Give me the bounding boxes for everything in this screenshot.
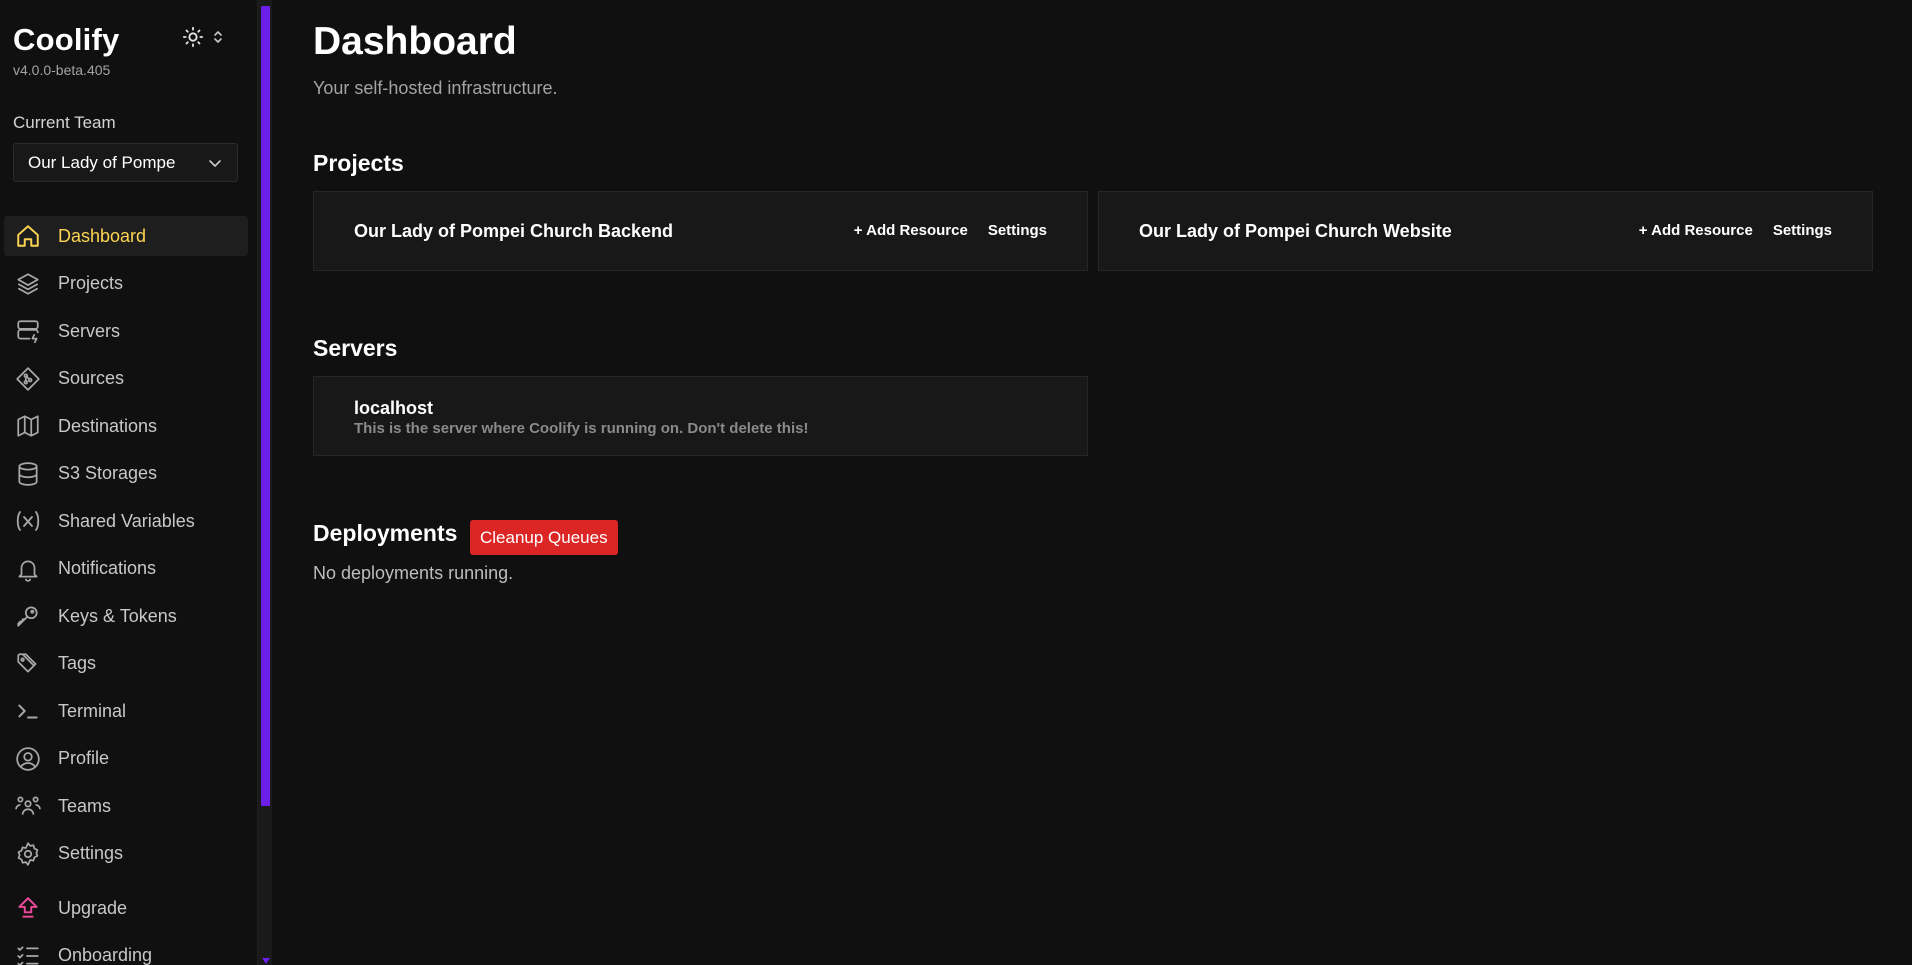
- sidebar-item-label: Destinations: [58, 415, 158, 436]
- project-settings-link[interactable]: Settings: [988, 222, 1047, 239]
- scroll-down-arrow-icon[interactable]: [262, 951, 270, 965]
- sidebar-item-label: Servers: [58, 320, 121, 341]
- add-resource-link[interactable]: + Add Resource: [1639, 222, 1753, 239]
- sidebar-item-s3-storages[interactable]: S3 Storages: [4, 454, 248, 494]
- project-actions: + Add Resource Settings: [854, 222, 1047, 239]
- app-name[interactable]: Coolify: [13, 22, 119, 58]
- sidebar-item-label: Shared Variables: [58, 510, 195, 531]
- server-card[interactable]: localhost This is the server where Cooli…: [313, 376, 1088, 456]
- sidebar-item-label: Keys & Tokens: [58, 605, 177, 626]
- projects-heading: Projects: [313, 150, 404, 176]
- sidebar-item-label: Tags: [58, 653, 97, 673]
- server-name: localhost: [354, 398, 434, 418]
- sidebar-item-notifications[interactable]: Notifications: [4, 549, 248, 589]
- map-icon: [14, 412, 42, 440]
- sidebar-item-onboarding[interactable]: Onboarding: [4, 936, 248, 965]
- theme-toggle[interactable]: [182, 26, 232, 53]
- sidebar-item-label: Sources: [58, 368, 125, 388]
- sidebar-item-projects[interactable]: Projects: [4, 264, 248, 304]
- chevron-down-icon: [207, 155, 223, 176]
- variable-icon: [14, 507, 42, 535]
- sidebar-item-settings[interactable]: Settings: [4, 834, 248, 874]
- sidebar-item-label: Settings: [58, 843, 124, 863]
- sidebar-item-keys-tokens[interactable]: Keys & Tokens: [4, 596, 248, 636]
- chevron-up-down-icon: [212, 29, 224, 50]
- sidebar-item-label: Teams: [58, 795, 112, 816]
- git-icon: [14, 365, 42, 393]
- sidebar-item-servers[interactable]: Servers: [4, 311, 248, 351]
- project-card[interactable]: Our Lady of Pompei Church Backend + Add …: [313, 191, 1088, 271]
- sidebar-item-tags[interactable]: Tags: [4, 644, 248, 684]
- sidebar-item-upgrade[interactable]: Upgrade: [4, 888, 248, 928]
- sidebar-item-label: Upgrade: [58, 897, 128, 918]
- app-version: v4.0.0-beta.405: [13, 62, 111, 78]
- user-circle-icon: [14, 745, 42, 773]
- project-name: Our Lady of Pompei Church Website: [1139, 221, 1452, 241]
- sidebar-item-sources[interactable]: Sources: [4, 359, 248, 399]
- terminal-icon: [14, 697, 42, 725]
- sidebar: Coolify v4.0.0-beta.405 Current Team Our…: [0, 0, 258, 965]
- gear-icon: [14, 840, 42, 868]
- sidebar-item-dashboard[interactable]: Dashboard: [4, 216, 248, 256]
- team-select-value: Our Lady of Pompe: [28, 152, 176, 172]
- project-name: Our Lady of Pompei Church Backend: [354, 221, 674, 241]
- servers-heading: Servers: [313, 335, 398, 361]
- sidebar-item-terminal[interactable]: Terminal: [4, 691, 248, 731]
- sun-icon: [182, 26, 204, 53]
- sidebar-item-label: Terminal: [58, 700, 127, 721]
- sidebar-item-label: Dashboard: [58, 225, 147, 246]
- tag-icon: [14, 650, 42, 678]
- sidebar-item-label: Profile: [58, 748, 110, 768]
- team-select[interactable]: Our Lady of Pompe: [13, 143, 238, 182]
- page-title: Dashboard: [313, 20, 517, 63]
- key-icon: [14, 602, 42, 630]
- cleanup-queues-button[interactable]: Cleanup Queues: [470, 520, 618, 555]
- deployments-heading: Deployments: [313, 520, 458, 546]
- sidebar-item-label: Onboarding: [58, 945, 153, 965]
- bell-icon: [14, 555, 42, 583]
- sidebar-item-destinations[interactable]: Destinations: [4, 406, 248, 446]
- add-resource-link[interactable]: + Add Resource: [854, 222, 968, 239]
- sidebar-item-teams[interactable]: Teams: [4, 786, 248, 826]
- brand: Coolify: [13, 22, 119, 58]
- server-icon: [14, 317, 42, 345]
- server-description: This is the server where Coolify is runn…: [354, 420, 809, 437]
- current-team-label: Current Team: [13, 113, 116, 132]
- no-deployments-text: No deployments running.: [313, 563, 514, 583]
- sidebar-item-profile[interactable]: Profile: [4, 739, 248, 779]
- nav-gap: [4, 881, 248, 888]
- home-icon: [14, 222, 42, 250]
- sidebar-nav: Dashboard Projects Servers Sources Desti…: [4, 216, 248, 965]
- sidebar-item-label: Projects: [58, 273, 124, 293]
- sidebar-item-shared-variables[interactable]: Shared Variables: [4, 501, 248, 541]
- sidebar-item-label: Notifications: [58, 558, 157, 578]
- upgrade-icon: [14, 894, 42, 922]
- sidebar-scrollbar-thumb[interactable]: [261, 6, 270, 806]
- page-subtitle: Your self-hosted infrastructure.: [313, 78, 558, 98]
- database-icon: [14, 460, 42, 488]
- project-settings-link[interactable]: Settings: [1773, 222, 1832, 239]
- users-icon: [14, 792, 42, 820]
- sidebar-item-label: S3 Storages: [58, 463, 158, 483]
- project-actions: + Add Resource Settings: [1639, 222, 1832, 239]
- checklist-icon: [14, 942, 42, 965]
- project-card[interactable]: Our Lady of Pompei Church Website + Add …: [1098, 191, 1873, 271]
- layers-icon: [14, 270, 42, 298]
